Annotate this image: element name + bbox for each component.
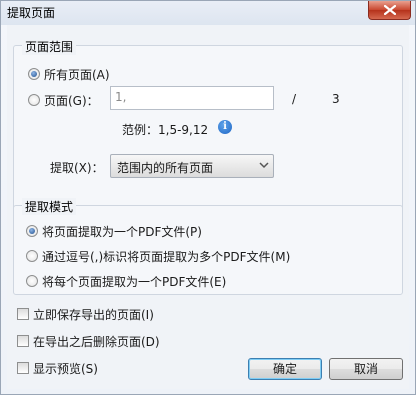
single-pdf-radio[interactable] [26,225,38,237]
show-preview-checkbox[interactable] [17,362,29,374]
title-bar: 提取页面 [1,1,415,25]
total-pages: 3 [332,92,340,106]
pages-input[interactable]: 1, [110,86,274,110]
extract-label: 提取(X)： [50,161,104,175]
pages-input-placeholder: 1, [115,90,127,104]
delete-after-export-label[interactable]: 在导出之后删除页面(D) [33,333,160,350]
chevron-down-icon [259,162,269,169]
pages-label[interactable]: 页面(G)： [44,92,99,109]
page-range-group: 页面范围 所有页面(A) 页面(G)： 1, / 3 范例：1,5-9,12 i… [13,38,403,213]
close-button[interactable] [368,1,411,20]
delete-after-export-checkbox[interactable] [17,335,29,347]
comma-multi-pdf-label[interactable]: 通过逗号(,)标识将页面提取为多个PDF文件(M) [42,248,290,265]
save-immediately-checkbox[interactable] [17,308,29,320]
all-pages-radio[interactable] [28,68,40,80]
dialog-content: 页面范围 所有页面(A) 页面(G)： 1, / 3 范例：1,5-9,12 i… [7,25,409,389]
extract-mode-title: 提取模式 [22,198,77,215]
info-icon[interactable]: i [218,120,232,134]
close-icon [384,5,396,15]
save-immediately-label[interactable]: 立即保存导出的页面(I) [33,306,154,323]
extract-dropdown[interactable]: 范围内的所有页面 [110,154,274,178]
extract-mode-group: 提取模式 将页面提取为一个PDF文件(P) 通过逗号(,)标识将页面提取为多个P… [13,198,403,295]
show-preview-label[interactable]: 显示预览(S) [33,360,98,377]
each-page-pdf-radio[interactable] [26,275,38,287]
page-range-title: 页面范围 [22,38,77,55]
each-page-pdf-label[interactable]: 将每个页面提取为一个PDF文件(E) [42,273,226,290]
ok-button[interactable]: 确定 [248,358,322,380]
comma-multi-pdf-radio[interactable] [26,250,38,262]
cancel-button[interactable]: 取消 [329,358,403,380]
window-title: 提取页面 [7,6,56,20]
extract-dropdown-value: 范围内的所有页面 [117,161,214,175]
extract-pages-dialog: 提取页面 页面范围 所有页面(A) 页面(G)： 1, / 3 范例：1,5-9… [0,0,416,395]
page-separator: / [292,92,297,106]
example-label: 范例：1,5-9,12 [122,123,209,137]
single-pdf-label[interactable]: 将页面提取为一个PDF文件(P) [42,223,202,240]
all-pages-label[interactable]: 所有页面(A) [44,66,110,83]
pages-radio[interactable] [28,94,40,106]
